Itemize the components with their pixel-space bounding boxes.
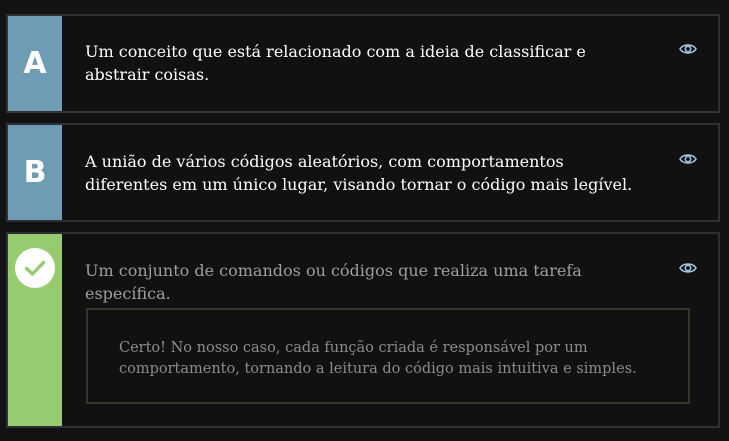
answer-option-b[interactable]: B A união de vários códigos aleatórios, … bbox=[6, 123, 720, 222]
option-text: Um conceito que está relacionado com a i… bbox=[85, 42, 586, 84]
option-badge-a: A bbox=[8, 16, 62, 111]
answer-option-c[interactable]: Um conjunto de comandos ou códigos que r… bbox=[6, 232, 720, 428]
answer-option-a[interactable]: A Um conceito que está relacionado com a… bbox=[6, 14, 720, 113]
check-icon bbox=[15, 248, 55, 288]
eye-icon[interactable] bbox=[679, 152, 697, 166]
option-text: Um conjunto de comandos ou códigos que r… bbox=[85, 261, 582, 303]
feedback-text: Certo! No nosso caso, cada função criada… bbox=[119, 340, 637, 377]
option-letter: B bbox=[23, 155, 47, 190]
option-badge-correct bbox=[8, 234, 62, 426]
option-badge-b: B bbox=[8, 125, 62, 220]
eye-icon[interactable] bbox=[679, 261, 697, 275]
feedback-box: Certo! No nosso caso, cada função criada… bbox=[86, 308, 690, 404]
option-text: A união de vários códigos aleatórios, co… bbox=[85, 152, 633, 194]
option-letter: A bbox=[23, 46, 47, 81]
eye-icon[interactable] bbox=[679, 42, 697, 56]
